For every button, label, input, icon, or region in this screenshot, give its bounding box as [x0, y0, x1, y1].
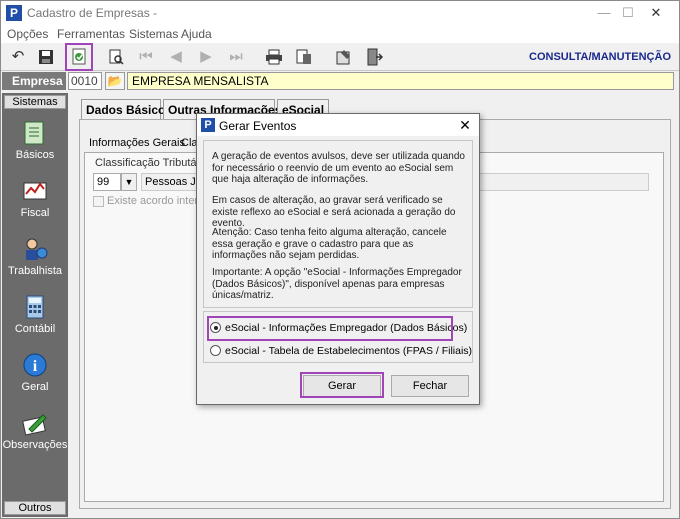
- dialog-title-bar: P Gerar Eventos ✕: [197, 114, 479, 136]
- menu-ajuda[interactable]: Ajuda: [181, 27, 212, 41]
- undo-icon[interactable]: ↶: [7, 46, 29, 68]
- tools-icon[interactable]: [333, 46, 355, 68]
- last-record-icon[interactable]: ⏭: [225, 46, 247, 68]
- empresa-name-field: EMPRESA MENSALISTA: [127, 72, 674, 90]
- acordo-checkbox-row[interactable]: Existe acordo interna: [93, 195, 210, 207]
- tab-dados-basicos[interactable]: Dados Básicos: [81, 99, 172, 119]
- menu-sistemas[interactable]: Sistemas: [129, 27, 178, 41]
- previous-record-icon[interactable]: ◀: [165, 46, 187, 68]
- gerar-highlight-box: [300, 372, 384, 398]
- menu-bar: Opções Ferramentas Sistemas Ajuda: [1, 25, 679, 43]
- sidebar-item-fiscal[interactable]: Fiscal: [2, 177, 68, 229]
- report-icon[interactable]: [293, 46, 315, 68]
- app-logo-icon: P: [6, 5, 22, 21]
- sidebar-item-geral[interactable]: i Geral: [2, 351, 68, 403]
- empresa-row: Empresa 0010 📂 EMPRESA MENSALISTA: [1, 71, 679, 91]
- window-title: Cadastro de Empresas -: [27, 6, 158, 20]
- folder-icon[interactable]: 📂: [105, 72, 125, 90]
- dialog-paragraph: A geração de eventos avulsos, deve ser u…: [212, 151, 465, 185]
- sidebar-item-label: Básicos: [15, 149, 55, 161]
- sidebar-item-label: Geral: [21, 381, 49, 393]
- classificacao-code-field[interactable]: 99: [93, 173, 121, 191]
- close-button[interactable]: ✕: [641, 3, 671, 23]
- acordo-checkbox-label: Existe acordo interna: [107, 195, 211, 207]
- print-icon[interactable]: [263, 46, 285, 68]
- acordo-checkbox[interactable]: [93, 195, 104, 207]
- sidebar: Sistemas Básicos Fiscal Trabalhista Cont…: [2, 93, 68, 517]
- dialog-paragraph: Em casos de alteração, ao gravar será ve…: [212, 195, 456, 229]
- exit-door-icon[interactable]: [363, 46, 385, 68]
- pen-paper-icon: [21, 409, 49, 437]
- mode-label: CONSULTA/MANUTENÇÃO: [529, 51, 671, 63]
- menu-opcoes[interactable]: Opções: [7, 27, 48, 41]
- preview-icon[interactable]: [105, 46, 127, 68]
- chevron-down-icon[interactable]: ▼: [121, 173, 137, 191]
- dialog-paragraph: Atenção: Caso tenha feito alguma alteraç…: [212, 227, 447, 261]
- sidebar-item-label: Contábil: [14, 323, 56, 335]
- sidebar-item-label: Fiscal: [20, 207, 50, 219]
- sidebar-item-observacoes[interactable]: Observações: [2, 409, 68, 461]
- dialog-title: Gerar Eventos: [219, 119, 297, 133]
- next-record-icon[interactable]: ▶: [195, 46, 217, 68]
- dialog-paragraph: Importante: A opção "eSocial - Informaçõ…: [212, 267, 462, 301]
- dialog-close-button[interactable]: ✕: [455, 116, 475, 134]
- option-label: eSocial - Tabela de Estabelecimentos (FP…: [225, 345, 473, 357]
- person-globe-icon: [21, 235, 49, 263]
- maximize-button[interactable]: ☐: [613, 3, 643, 23]
- menu-ferramentas[interactable]: Ferramentas: [57, 27, 125, 41]
- dialog-message-panel: A geração de eventos avulsos, deve ser u…: [203, 140, 473, 308]
- option-tabela-estabelecimentos[interactable]: eSocial - Tabela de Estabelecimentos (FP…: [210, 344, 472, 358]
- sidebar-item-label: Observações: [2, 439, 68, 451]
- title-bar: P Cadastro de Empresas - — ☐ ✕: [1, 1, 679, 25]
- info-icon: i: [21, 351, 49, 379]
- subtab-informacoes-gerais[interactable]: Informações Gerais: [86, 136, 188, 150]
- svg-text:i: i: [33, 358, 38, 375]
- sidebar-footer[interactable]: Outros: [4, 501, 66, 515]
- sidebar-item-basicos[interactable]: Básicos: [2, 119, 68, 171]
- save-icon[interactable]: [35, 46, 57, 68]
- sidebar-header[interactable]: Sistemas: [4, 95, 66, 109]
- calculator-chart-icon: [21, 177, 49, 205]
- sidebar-item-label: Trabalhista: [7, 265, 62, 277]
- fechar-button[interactable]: Fechar: [391, 375, 469, 397]
- empresa-label: Empresa: [2, 72, 66, 90]
- classificacao-group-label: Classificação Tributária: [93, 157, 211, 169]
- first-record-icon[interactable]: ⏮: [135, 46, 157, 68]
- toolbar-highlight-box: [65, 43, 93, 71]
- app-logo-icon: P: [201, 118, 215, 132]
- radio-unselected[interactable]: [210, 345, 221, 356]
- option-highlight-box: [207, 316, 453, 341]
- gerar-eventos-dialog: P Gerar Eventos ✕ A geração de eventos a…: [196, 113, 480, 405]
- notes-icon: [21, 119, 49, 147]
- sidebar-item-contabil[interactable]: Contábil: [2, 293, 68, 345]
- empresa-code-field[interactable]: 0010: [68, 72, 102, 90]
- calculator-icon: [21, 293, 49, 321]
- sidebar-item-trabalhista[interactable]: Trabalhista: [2, 235, 68, 287]
